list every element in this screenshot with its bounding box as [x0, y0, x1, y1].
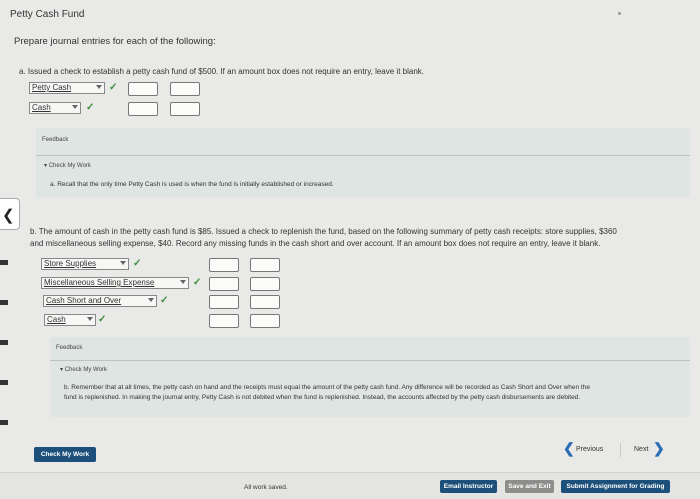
check-icon: ✓	[160, 295, 169, 306]
credit-amount-input[interactable]	[250, 277, 280, 291]
previous-label: Previous	[576, 446, 604, 453]
feedback-title: Feedback	[56, 345, 83, 351]
feedback-text: a. Recall that the only time Petty Cash …	[50, 181, 334, 188]
toggle-label: Check My Work	[48, 163, 91, 169]
feedback-panel-b: Feedback ▾ Check My Work b. Remember tha…	[50, 337, 690, 417]
check-icon: ✓	[133, 258, 142, 269]
save-status: All work saved.	[244, 484, 288, 491]
toggle-label: Check My Work	[64, 367, 107, 373]
chevron-left-icon: ❮	[2, 207, 15, 224]
submit-assignment-button[interactable]: Submit Assignment for Grading	[561, 480, 670, 493]
sidebar-toggle[interactable]: ❮	[0, 198, 20, 230]
chevron-right-icon: ❯	[653, 440, 665, 456]
chevron-down-icon	[96, 85, 102, 89]
chevron-down-icon	[180, 280, 186, 284]
bar	[0, 420, 8, 425]
check-icon: ✓	[109, 82, 118, 93]
credit-amount-input[interactable]	[250, 314, 280, 328]
divider	[36, 155, 690, 156]
check-icon: ✓	[98, 314, 107, 325]
account-select-misc-selling-expense[interactable]: Miscellaneous Selling Expense	[41, 277, 189, 289]
part-b-text-line2: and miscellaneous selling expense, $40. …	[30, 239, 601, 248]
check-icon: ✓	[193, 277, 202, 288]
debit-amount-input[interactable]	[128, 102, 158, 116]
chevron-down-icon	[120, 261, 126, 265]
divider	[620, 443, 621, 457]
check-my-work-button[interactable]: Check My Work	[34, 447, 96, 462]
bar	[0, 300, 8, 305]
debit-amount-input[interactable]	[209, 277, 239, 291]
account-select-petty-cash[interactable]: Petty Cash	[29, 82, 105, 94]
feedback-text-line1: b. Remember that at all times, the petty…	[64, 384, 590, 391]
feedback-panel-a: Feedback ▾ Check My Work a. Recall that …	[36, 128, 690, 198]
left-edge-decoration	[0, 240, 8, 470]
credit-amount-input[interactable]	[250, 295, 280, 309]
account-select-cash-short-over[interactable]: Cash Short and Over	[43, 295, 157, 307]
credit-amount-input[interactable]	[170, 102, 200, 116]
bar	[0, 340, 8, 345]
debit-amount-input[interactable]	[209, 295, 239, 309]
divider	[50, 360, 690, 361]
account-select-cash[interactable]: Cash	[29, 102, 81, 114]
page-title: Petty Cash Fund	[10, 9, 85, 20]
debit-amount-input[interactable]	[128, 82, 158, 96]
account-label: Store Supplies	[44, 259, 97, 268]
part-b-text-line1: b. The amount of cash in the petty cash …	[30, 227, 617, 236]
check-icon: ✓	[86, 102, 95, 113]
decor-dot	[618, 12, 621, 15]
account-label: Miscellaneous Selling Expense	[44, 278, 155, 287]
chevron-down-icon	[72, 105, 78, 109]
debit-amount-input[interactable]	[209, 258, 239, 272]
bar	[0, 260, 8, 265]
feedback-text-line2: fund is replenished. In making the journ…	[64, 394, 581, 401]
part-a-text: a. Issued a check to establish a petty c…	[19, 67, 424, 76]
save-and-exit-button[interactable]: Save and Exit	[505, 480, 554, 493]
debit-amount-input[interactable]	[209, 314, 239, 328]
email-instructor-button[interactable]: Email Instructor	[440, 480, 497, 493]
previous-button[interactable]: ❮ Previous	[563, 440, 615, 458]
credit-amount-input[interactable]	[170, 82, 200, 96]
check-my-work-toggle[interactable]: ▾ Check My Work	[44, 162, 91, 169]
account-select-store-supplies[interactable]: Store Supplies	[41, 258, 129, 270]
account-label: Cash	[47, 315, 66, 324]
bar	[0, 380, 8, 385]
page: Petty Cash Fund Prepare journal entries …	[0, 0, 700, 499]
instructions: Prepare journal entries for each of the …	[14, 36, 216, 47]
next-button[interactable]: Next ❯	[626, 440, 666, 458]
feedback-title: Feedback	[42, 137, 69, 143]
chevron-down-icon	[87, 317, 93, 321]
check-my-work-toggle[interactable]: ▾ Check My Work	[60, 366, 107, 373]
account-label: Petty Cash	[32, 83, 72, 92]
account-label: Cash Short and Over	[46, 296, 122, 305]
credit-amount-input[interactable]	[250, 258, 280, 272]
chevron-down-icon	[148, 298, 154, 302]
next-label: Next	[634, 446, 649, 453]
account-select-cash[interactable]: Cash	[44, 314, 96, 326]
chevron-left-icon: ❮	[563, 440, 575, 456]
account-label: Cash	[32, 103, 51, 112]
